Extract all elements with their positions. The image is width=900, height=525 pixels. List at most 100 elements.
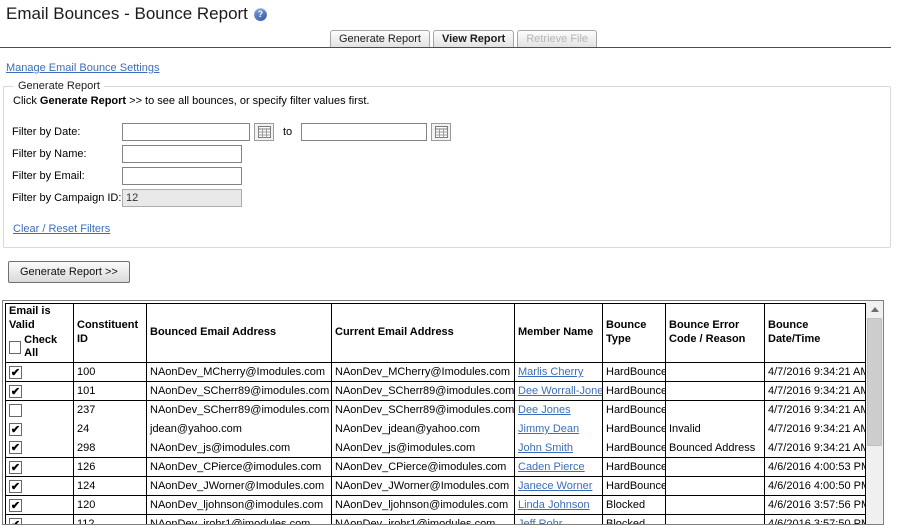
member-name-cell: Jimmy Dean bbox=[514, 419, 603, 439]
constituent-id-cell: 24 bbox=[73, 419, 147, 439]
tab-generate-report[interactable]: Generate Report bbox=[330, 30, 430, 47]
bounce-type-cell: HardBounce bbox=[602, 381, 666, 401]
titlebar: Email Bounces - Bounce Report ? bbox=[6, 4, 267, 24]
generate-report-legend: Generate Report bbox=[18, 80, 100, 92]
table-row: 237 NAonDev_SCherr89@imodules.com NAonDev_… bbox=[5, 400, 866, 420]
bounce-error-reason-cell bbox=[665, 476, 765, 496]
row-valid-checkbox[interactable]: ✔ bbox=[9, 422, 22, 436]
bounce-report-table-container: Email is Valid Check All Constituent ID … bbox=[2, 300, 884, 525]
email-is-valid-cell: ✔ bbox=[5, 514, 74, 524]
email-is-valid-cell: ✔ bbox=[5, 381, 74, 401]
table-row: ✔ 298 NAonDev_js@imodules.com NAonDev_js@im… bbox=[5, 438, 866, 458]
date-from-calendar-button[interactable] bbox=[254, 123, 274, 141]
current-email-cell: NAonDev_CPierce@imodules.com bbox=[331, 457, 515, 477]
bounce-type-cell: Blocked bbox=[602, 514, 666, 524]
bounce-error-reason-cell bbox=[665, 362, 765, 382]
constituent-id-cell: 126 bbox=[73, 457, 147, 477]
member-name-cell: Caden Pierce bbox=[514, 457, 603, 477]
email-is-valid-cell: ✔ bbox=[5, 362, 74, 382]
bounced-email-cell: NAonDev_JWorner@Imodules.com bbox=[146, 476, 332, 496]
check-all-checkbox[interactable] bbox=[9, 340, 22, 354]
bounce-datetime-cell: 4/6/2016 4:00:53 PM bbox=[764, 457, 866, 477]
bounce-datetime-cell: 4/7/2016 9:34:21 AM bbox=[764, 419, 866, 439]
member-name-link[interactable]: Jeff Rohr bbox=[518, 518, 562, 524]
date-from-input[interactable] bbox=[122, 123, 250, 141]
bounce-type-cell: HardBounce bbox=[602, 457, 666, 477]
bounce-type-cell: Blocked bbox=[602, 495, 666, 515]
scrollbar-thumb[interactable] bbox=[867, 318, 882, 446]
row-valid-checkbox[interactable]: ✔ bbox=[9, 384, 22, 398]
table-row: ✔ 24 jdean@yahoo.com NAonDev_jdean@yahoo.co… bbox=[5, 419, 866, 439]
bounce-report-table: Email is Valid Check All Constituent ID … bbox=[5, 303, 866, 524]
email-is-valid-cell: ✔ bbox=[5, 495, 74, 515]
row-valid-checkbox[interactable]: ✔ bbox=[9, 441, 22, 455]
filter-campaign-row: Filter by Campaign ID: bbox=[12, 189, 882, 207]
generate-report-button[interactable]: Generate Report >> bbox=[8, 261, 130, 283]
bounce-error-reason-cell bbox=[665, 457, 765, 477]
current-email-cell: NAonDev_SCherr89@imodules.com bbox=[331, 381, 515, 401]
table-row: ✔ 120 NAonDev_ljohnson@imodules.com NAonDev… bbox=[5, 495, 866, 515]
bounce-datetime-cell: 4/7/2016 9:34:21 AM bbox=[764, 362, 866, 382]
bounced-email-cell: NAonDev_ljohnson@imodules.com bbox=[146, 495, 332, 515]
filter-name-input[interactable] bbox=[122, 145, 242, 163]
table-row: ✔ 100 NAonDev_MCherry@Imodules.com NAonDev_… bbox=[5, 362, 866, 382]
row-valid-checkbox[interactable]: ✔ bbox=[9, 460, 22, 474]
row-valid-checkbox[interactable]: ✔ bbox=[9, 479, 22, 493]
filter-email-input[interactable] bbox=[122, 167, 242, 185]
bounced-email-cell: NAonDev_jrohr1@imodules.com bbox=[146, 514, 332, 524]
email-is-valid-cell: ✔ bbox=[5, 419, 74, 439]
vertical-scrollbar[interactable] bbox=[866, 301, 883, 524]
date-to-label: to bbox=[283, 126, 293, 138]
member-name-link[interactable]: John Smith bbox=[518, 442, 573, 454]
bounce-error-reason-cell bbox=[665, 400, 765, 420]
table-row: ✔ 124 NAonDev_JWorner@Imodules.com NAonDev_… bbox=[5, 476, 866, 496]
email-is-valid-cell: ✔ bbox=[5, 476, 74, 496]
filter-date-label: Filter by Date: bbox=[12, 126, 81, 138]
filter-email-row: Filter by Email: bbox=[12, 167, 882, 185]
member-name-link[interactable]: Caden Pierce bbox=[518, 461, 585, 473]
constituent-id-cell: 298 bbox=[73, 438, 147, 458]
member-name-link[interactable]: Janece Worner bbox=[518, 480, 592, 492]
email-is-valid-cell bbox=[5, 400, 74, 420]
check-all-label: Check All bbox=[24, 333, 58, 360]
member-name-link[interactable]: Jimmy Dean bbox=[518, 423, 579, 435]
row-valid-checkbox[interactable]: ✔ bbox=[9, 365, 22, 379]
email-is-valid-cell: ✔ bbox=[5, 457, 74, 477]
calendar-icon bbox=[257, 126, 271, 138]
member-name-link[interactable]: Marlis Cherry bbox=[518, 366, 583, 378]
tab-view-report[interactable]: View Report bbox=[432, 30, 515, 47]
clear-reset-filters-link[interactable]: Clear / Reset Filters bbox=[13, 223, 110, 235]
row-valid-checkbox[interactable]: ✔ bbox=[9, 517, 22, 524]
member-name-cell: Linda Johnson bbox=[514, 495, 603, 515]
bounced-email-cell: NAonDev_js@imodules.com bbox=[146, 438, 332, 458]
scrollbar-up-button[interactable] bbox=[866, 301, 883, 318]
constituent-id-cell: 112 bbox=[73, 514, 147, 524]
constituent-id-cell: 124 bbox=[73, 476, 147, 496]
manage-email-bounce-settings-link[interactable]: Manage Email Bounce Settings bbox=[6, 62, 159, 74]
member-name-cell: John Smith bbox=[514, 438, 603, 458]
bounce-error-reason-cell bbox=[665, 495, 765, 515]
filter-name-label: Filter by Name: bbox=[12, 148, 87, 160]
current-email-cell: NAonDev_jdean@yahoo.com bbox=[331, 419, 515, 439]
member-name-link[interactable]: Dee Worrall-Jones bbox=[518, 385, 602, 397]
member-name-link[interactable]: Linda Johnson bbox=[518, 499, 590, 511]
header-current-email: Current Email Address bbox=[331, 303, 515, 363]
filter-campaign-input bbox=[122, 189, 242, 207]
header-constituent-id: Constituent ID bbox=[73, 303, 147, 363]
member-name-cell: Jeff Rohr bbox=[514, 514, 603, 524]
bounced-email-cell: NAonDev_CPierce@imodules.com bbox=[146, 457, 332, 477]
bounce-datetime-cell: 4/7/2016 9:34:21 AM bbox=[764, 381, 866, 401]
help-icon[interactable]: ? bbox=[253, 7, 267, 21]
member-name-link[interactable]: Dee Jones bbox=[518, 404, 571, 416]
row-valid-checkbox[interactable] bbox=[9, 403, 22, 417]
bounce-error-reason-cell: Invalid bbox=[665, 419, 765, 439]
email-is-valid-cell: ✔ bbox=[5, 438, 74, 458]
date-to-calendar-button[interactable] bbox=[431, 123, 452, 141]
row-valid-checkbox[interactable]: ✔ bbox=[9, 498, 22, 512]
header-bounce-type: Bounce Type bbox=[602, 303, 666, 363]
filter-date-row: Filter by Date: to bbox=[12, 123, 882, 141]
bounced-email-cell: NAonDev_SCherr89@imodules.com bbox=[146, 400, 332, 420]
bounce-datetime-cell: 4/6/2016 3:57:56 PM bbox=[764, 495, 866, 515]
date-to-input[interactable] bbox=[301, 123, 428, 141]
bounced-email-cell: jdean@yahoo.com bbox=[146, 419, 332, 439]
